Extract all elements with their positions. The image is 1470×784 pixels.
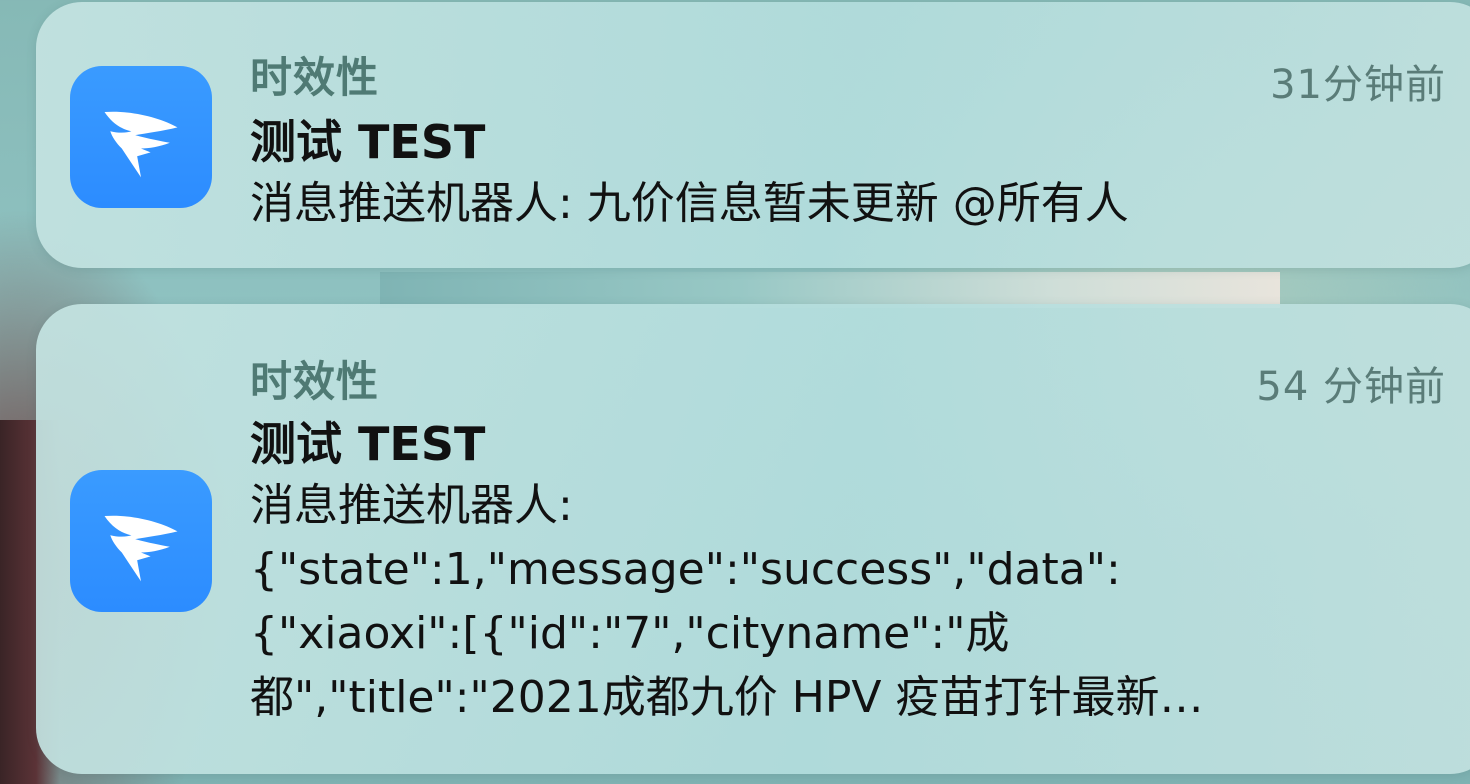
notification-body: 消息推送机器人: {"state":1,"message":"success",…: [250, 480, 1204, 723]
dingtalk-wing-icon: [70, 66, 212, 208]
notification-card[interactable]: 时效性 31分钟前 测试 TEST 消息推送机器人: 九价信息暂未更新 @所有人: [36, 2, 1470, 268]
wallpaper-background-strip: [380, 272, 1280, 308]
notification-app-name: 时效性: [250, 357, 380, 406]
notification-body: 消息推送机器人: 九价信息暂未更新 @所有人: [250, 178, 1129, 229]
notification-app-name: 时效性: [250, 53, 380, 102]
notification-timestamp: 31分钟前: [1270, 62, 1446, 108]
notification-title: 测试 TEST: [250, 115, 486, 169]
notification-title: 测试 TEST: [250, 417, 486, 471]
notification-card[interactable]: 时效性 54 分钟前 测试 TEST 消息推送机器人: {"state":1,"…: [36, 304, 1470, 774]
dingtalk-wing-icon: [70, 470, 212, 612]
notification-timestamp: 54 分钟前: [1256, 364, 1446, 410]
